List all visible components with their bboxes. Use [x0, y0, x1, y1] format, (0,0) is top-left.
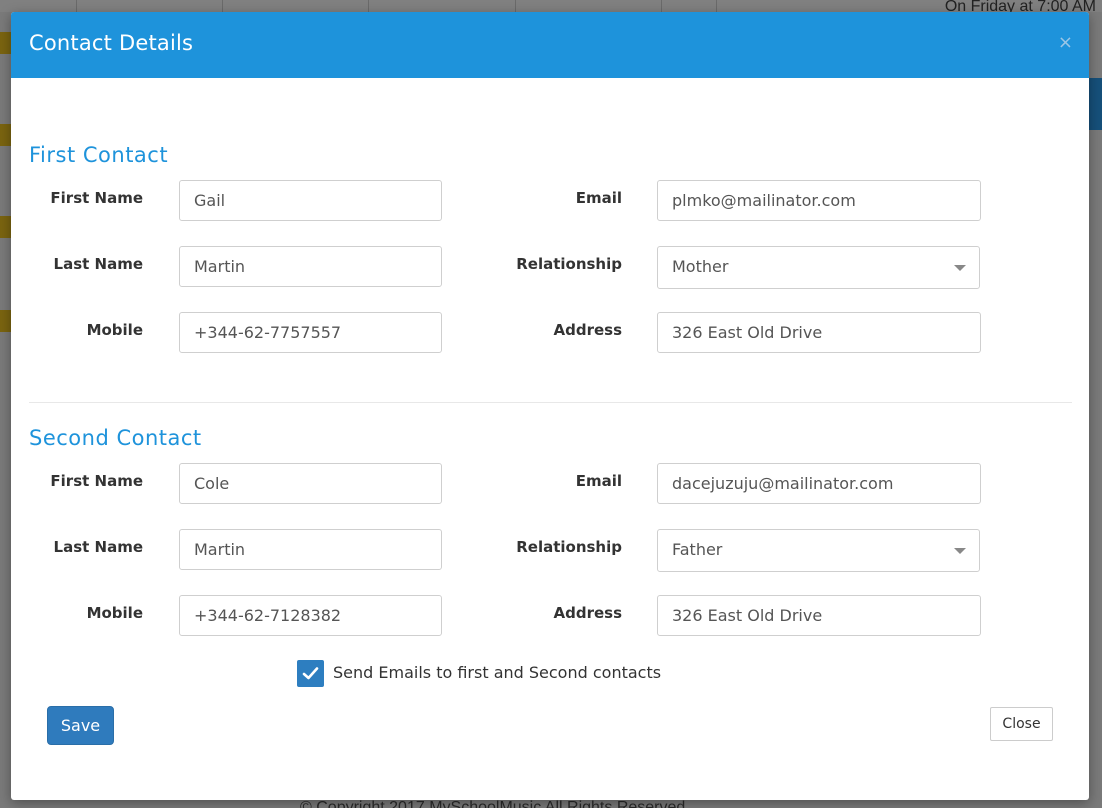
- relationship-label: Relationship: [516, 255, 622, 273]
- email-label: Email: [575, 472, 622, 490]
- background-event-block: [0, 124, 11, 146]
- relationship-value: Father: [672, 540, 723, 559]
- first-contact-heading: First Contact: [29, 143, 169, 167]
- chevron-down-icon: [954, 265, 966, 271]
- background-event-block: [0, 216, 11, 238]
- second-contact-heading: Second Contact: [29, 426, 202, 450]
- save-button[interactable]: Save: [47, 706, 114, 745]
- first-name-label: First Name: [50, 189, 143, 207]
- background-column-line: [661, 0, 662, 12]
- first-contact-first-name-input[interactable]: Gail: [179, 180, 442, 221]
- modal-header: Contact Details ×: [11, 12, 1089, 78]
- address-label: Address: [553, 321, 622, 339]
- first-contact-relationship-select[interactable]: Mother: [657, 246, 980, 289]
- email-label: Email: [575, 189, 622, 207]
- second-contact-email-input[interactable]: dacejuzuju@mailinator.com: [657, 463, 981, 504]
- background-column-line: [368, 0, 369, 12]
- relationship-value: Mother: [672, 257, 729, 276]
- close-icon[interactable]: ×: [1058, 32, 1073, 54]
- mobile-label: Mobile: [86, 321, 143, 339]
- background-column-line: [76, 0, 77, 12]
- send-emails-checkbox[interactable]: [297, 660, 324, 687]
- second-contact-address-input[interactable]: 326 East Old Drive: [657, 595, 981, 636]
- background-column-line: [716, 0, 717, 12]
- background-event-block: [0, 310, 11, 332]
- last-name-label: Last Name: [53, 538, 143, 556]
- second-contact-last-name-input[interactable]: Martin: [179, 529, 442, 570]
- relationship-label: Relationship: [516, 538, 622, 556]
- send-emails-label[interactable]: Send Emails to first and Second contacts: [333, 662, 661, 684]
- second-contact-mobile-input[interactable]: +344-62-7128382: [179, 595, 442, 636]
- background-blue-panel: [1088, 78, 1102, 130]
- second-contact-first-name-input[interactable]: Cole: [179, 463, 442, 504]
- modal-title: Contact Details: [29, 31, 194, 55]
- mobile-label: Mobile: [86, 604, 143, 622]
- close-button[interactable]: Close: [990, 707, 1053, 741]
- first-name-label: First Name: [50, 472, 143, 490]
- contact-details-modal: Contact Details × First Contact First Na…: [11, 12, 1089, 800]
- second-contact-relationship-select[interactable]: Father: [657, 529, 980, 572]
- background-calendar-header: [0, 0, 1102, 12]
- first-contact-mobile-input[interactable]: +344-62-7757557: [179, 312, 442, 353]
- background-column-line: [515, 0, 516, 12]
- background-column-line: [222, 0, 223, 12]
- background-event-block: [0, 32, 11, 54]
- first-contact-last-name-input[interactable]: Martin: [179, 246, 442, 287]
- first-contact-address-input[interactable]: 326 East Old Drive: [657, 312, 981, 353]
- last-name-label: Last Name: [53, 255, 143, 273]
- chevron-down-icon: [954, 548, 966, 554]
- section-divider: [29, 402, 1072, 403]
- address-label: Address: [553, 604, 622, 622]
- first-contact-email-input[interactable]: plmko@mailinator.com: [657, 180, 981, 221]
- checkmark-icon: [302, 667, 319, 680]
